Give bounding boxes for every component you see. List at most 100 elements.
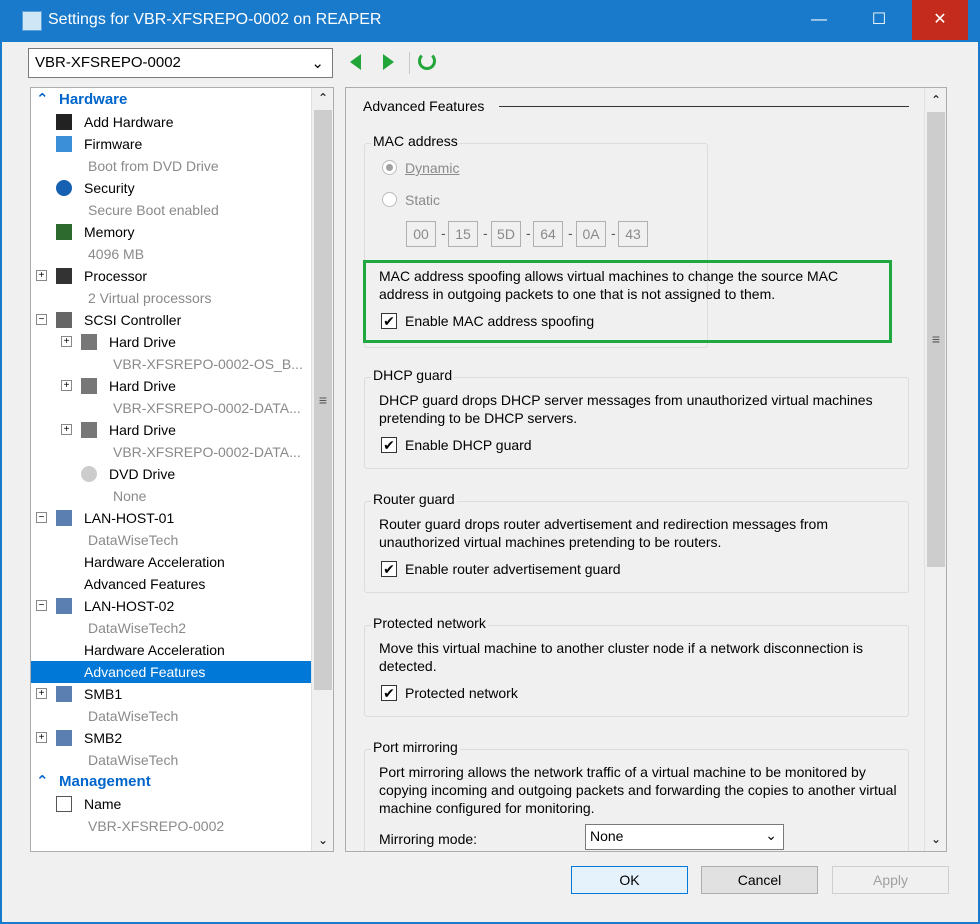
mirroring-mode-select[interactable]: None ⌄ [585,824,784,850]
tree-item-label: 2 Virtual processors [88,290,212,306]
router-guard-description: Router guard drops router advertisement … [379,516,828,550]
hard-drive-icon [81,422,97,438]
protected-network-check-label: Protected network [405,685,518,701]
expand-icon[interactable]: + [61,336,72,347]
tree-item-label: DataWiseTech2 [88,620,187,636]
expand-icon[interactable]: + [36,732,47,743]
expand-icon[interactable]: + [61,424,72,435]
scsi-icon [56,312,72,328]
tree-item-label: Hardware Acceleration [84,554,225,570]
tree-item-label: Hardware [59,91,128,108]
mac-spoofing-label: Enable MAC address spoofing [405,313,595,329]
vm-select[interactable]: VBR-XFSREPO-0002 ⌄ [28,48,333,78]
tree-item[interactable]: Advanced Features [31,661,311,683]
collapse-icon[interactable]: − [36,600,47,611]
shield-icon [56,180,72,196]
title-rule [499,106,909,107]
static-radio[interactable] [382,192,397,207]
collapse-chevrons-icon: ⌃ [36,773,49,790]
scroll-down-arrow[interactable]: ⌄ [925,829,946,849]
network-adapter-icon [56,598,72,614]
router-guard-label: Router guard [371,491,457,507]
scroll-down-arrow[interactable]: ⌄ [312,830,333,850]
network-adapter-icon [56,510,72,526]
mac-octet-6[interactable]: 43 [618,221,648,247]
tree-item-label: Security [84,180,135,196]
scroll-up-arrow[interactable]: ⌃ [312,88,333,108]
close-button[interactable]: ✕ [912,0,968,40]
expand-icon[interactable]: + [36,688,47,699]
cancel-button[interactable]: Cancel [701,866,818,894]
dynamic-radio[interactable] [382,160,397,175]
dhcp-guard-label: DHCP guard [371,367,455,383]
dhcp-guard-check-label: Enable DHCP guard [405,437,532,453]
firmware-icon [56,136,72,152]
mac-address-label: MAC address [371,133,460,149]
tree-item-label: Hard Drive [109,334,176,350]
settings-app-icon [22,11,42,31]
tree-item-label: Advanced Features [84,576,206,592]
protected-network-label: Protected network [371,615,488,631]
tree-scroll-thumb[interactable]: ≡ [314,110,332,690]
tree-item-label: 4096 MB [88,246,145,262]
mac-spoofing-checkbox[interactable]: ✔ [381,313,397,329]
minimize-button[interactable]: — [796,0,842,40]
mac-spoofing-description: MAC address spoofing allows virtual mach… [379,268,839,302]
tree-item-label: Add Hardware [84,114,174,130]
panel-scrollbar[interactable]: ⌃ ≡ ⌄ [924,88,946,851]
collapse-icon[interactable]: − [36,512,47,523]
tree-item-label: None [113,488,147,504]
network-adapter-icon [56,730,72,746]
protected-network-description: Move this virtual machine to another clu… [379,640,864,674]
name-icon [56,796,72,812]
protected-network-checkbox[interactable]: ✔ [381,685,397,701]
panel-title: Advanced Features [363,98,485,114]
panel-scroll-thumb[interactable]: ≡ [927,112,945,567]
apply-button[interactable]: Apply [832,866,949,894]
tree-item-label: Name [84,796,122,812]
tree-item-label: DataWiseTech [88,708,179,724]
tree-item-label: Management [59,773,151,790]
dynamic-label: Dynamic [405,160,460,176]
collapse-chevrons-icon: ⌃ [36,91,49,108]
forward-arrow-icon[interactable] [383,54,394,70]
tree-item-label: Memory [84,224,135,240]
chevron-down-icon: ⌄ [765,827,777,843]
tree-scrollbar[interactable]: ⌃ ≡ ⌄ [311,88,333,851]
scroll-up-arrow[interactable]: ⌃ [925,90,946,110]
tree-item-label: DVD Drive [109,466,176,482]
collapse-icon[interactable]: − [36,314,47,325]
tree-item-label: DataWiseTech [88,532,179,548]
tree-item-label: Hardware Acceleration [84,642,225,658]
tree-item-label: VBR-XFSREPO-0002-OS_B... [113,356,303,372]
tree-item-label: SCSI Controller [84,312,182,328]
back-arrow-icon[interactable] [350,54,361,70]
mirroring-mode-label: Mirroring mode: [379,831,478,847]
tree-item-label: Advanced Features [84,664,206,680]
window-title: Settings for VBR-XFSREPO-0002 on REAPER [48,11,382,28]
tree-item-label: Boot from DVD Drive [88,158,219,174]
tree-item-label: LAN-HOST-01 [84,510,175,526]
hardware-tree: ⌃ Hardware Add Hardware Firmware Boot from D… [30,87,334,852]
tree-item-label: VBR-XFSREPO-0002 [88,818,225,834]
expand-icon[interactable]: + [61,380,72,391]
memory-icon [56,224,72,240]
hard-drive-icon [81,334,97,350]
dhcp-guard-checkbox[interactable]: ✔ [381,437,397,453]
mac-octet-2[interactable]: 15 [448,221,478,247]
tree-item-label: Hard Drive [109,422,176,438]
mac-octet-5[interactable]: 0A [576,221,606,247]
tree-item-label: LAN-HOST-02 [84,598,175,614]
settings-panel: Advanced Features MAC address Dynamic St… [345,87,947,852]
mac-octet-1[interactable]: 00 [406,221,436,247]
port-mirroring-description: Port mirroring allows the network traffi… [379,764,897,816]
mac-octet-4[interactable]: 64 [533,221,563,247]
port-mirroring-label: Port mirroring [371,739,460,755]
expand-icon[interactable]: + [36,270,47,281]
mirroring-mode-value: None [590,828,624,844]
refresh-icon[interactable] [418,52,436,70]
ok-button[interactable]: OK [571,866,688,894]
router-guard-checkbox[interactable]: ✔ [381,561,397,577]
maximize-button[interactable]: ☐ [856,0,902,40]
mac-octet-3[interactable]: 5D [491,221,521,247]
